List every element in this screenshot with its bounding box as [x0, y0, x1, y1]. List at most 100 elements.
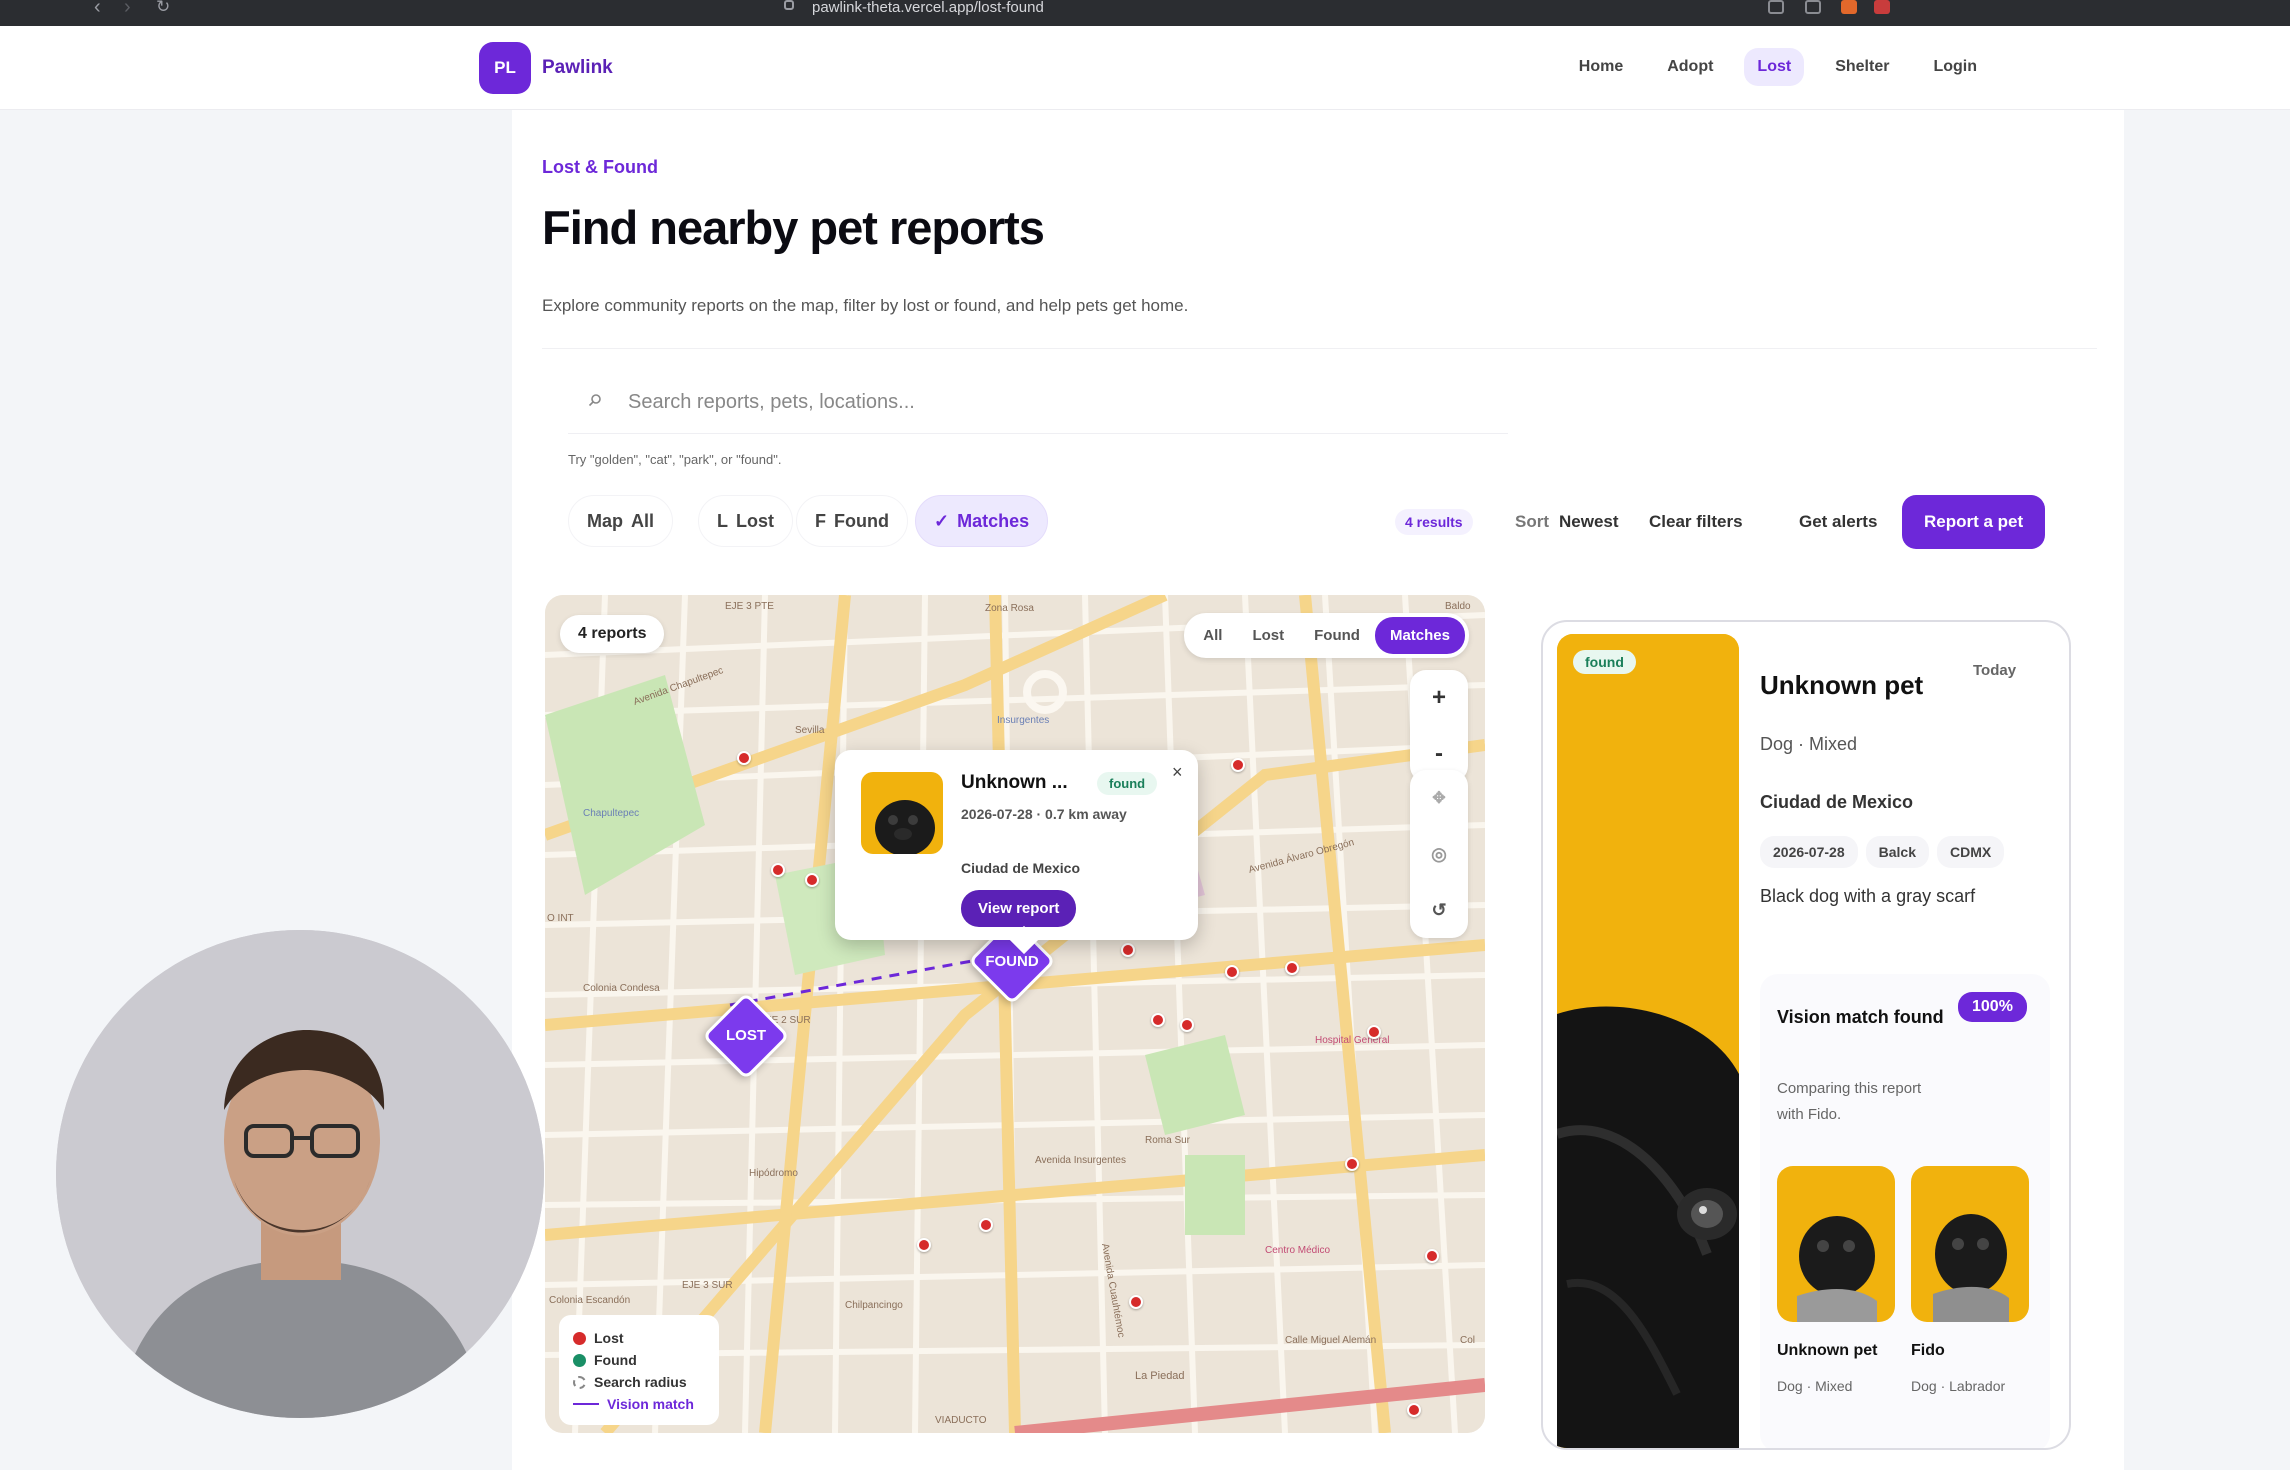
- lost-pin[interactable]: [1345, 1157, 1359, 1171]
- match-b-name: Fido: [1911, 1342, 1945, 1359]
- tag-color: Balck: [1865, 836, 1929, 868]
- found-dot-icon: [573, 1353, 586, 1367]
- lost-pin[interactable]: [737, 751, 751, 765]
- filter-found[interactable]: F Found: [796, 495, 908, 547]
- map-label: Chapultepec: [583, 808, 640, 819]
- vision-line-icon: [573, 1403, 599, 1405]
- presenter-image: [56, 930, 544, 1418]
- report-date: Today: [1973, 662, 2017, 679]
- lost-pin[interactable]: [771, 863, 785, 877]
- filter-found-label: Found: [834, 510, 889, 531]
- map-label: Colonia Condesa: [583, 983, 660, 994]
- view-report-button[interactable]: View report: [961, 890, 1077, 927]
- clear-filters-button[interactable]: Clear filters: [1629, 495, 1763, 549]
- address-bar[interactable]: pawlink-theta.vercel.app/lost-found: [770, 0, 1920, 16]
- reset-icon[interactable]: ↺: [1410, 882, 1468, 938]
- forward-icon[interactable]: ›: [124, 0, 131, 20]
- map-tab-lost[interactable]: Lost: [1237, 617, 1299, 654]
- nav-login[interactable]: Login: [1920, 48, 1990, 86]
- check-icon: ✓: [934, 510, 950, 531]
- back-icon[interactable]: ‹: [94, 0, 101, 20]
- lost-pin[interactable]: [1425, 1249, 1439, 1263]
- report-detail-card[interactable]: found Today Unknown pet Dog · Mixed Ciud…: [1541, 620, 2071, 1450]
- nav-home[interactable]: Home: [1566, 48, 1636, 86]
- locate-icon[interactable]: ◎: [1410, 826, 1468, 882]
- webcam-overlay: [56, 930, 544, 1418]
- extension-icon[interactable]: [1874, 0, 1890, 14]
- map-tab-found[interactable]: Found: [1299, 617, 1375, 654]
- lost-pin[interactable]: [1225, 965, 1239, 979]
- nav-lost[interactable]: Lost: [1744, 48, 1805, 86]
- filter-lost-label: Lost: [736, 510, 774, 531]
- page-title: Find nearby pet reports: [542, 201, 1045, 254]
- pug-closeup-image: [1557, 634, 1739, 1448]
- reload-icon[interactable]: ↻: [156, 0, 170, 20]
- site-header: PL Pawlink Home Adopt Lost Shelter Login: [0, 26, 2290, 110]
- brand-name[interactable]: Pawlink: [542, 57, 613, 79]
- pet-tags: 2026-07-28 Balck CDMX: [1760, 836, 2005, 868]
- lost-pin[interactable]: [1407, 1403, 1421, 1417]
- lost-pin[interactable]: [1121, 943, 1135, 957]
- map-tab-all[interactable]: All: [1188, 617, 1237, 654]
- map-legend: Lost Found Search radius Vision match: [559, 1315, 719, 1425]
- filter-all[interactable]: Map All: [568, 495, 674, 547]
- filter-matches-label: Matches: [957, 510, 1030, 531]
- map-label: O INT: [547, 913, 574, 924]
- search-hint: Try "golden", "cat", "park", or "found".: [568, 452, 782, 467]
- pet-photo: [1557, 634, 1739, 1448]
- filter-bar: Map All L Lost F Found ✓ Matches 4 resul…: [565, 489, 2092, 555]
- pet-species: Dog · Mixed: [1760, 734, 1858, 754]
- filter-found-key: F: [815, 510, 826, 531]
- lost-pin[interactable]: [1367, 1025, 1381, 1039]
- lost-pin[interactable]: [1180, 1018, 1194, 1032]
- map-label: Avenida Insurgentes: [1035, 1155, 1126, 1166]
- lost-pin[interactable]: [917, 1238, 931, 1252]
- map-label: Zona Rosa: [985, 603, 1034, 614]
- logo[interactable]: PL: [479, 42, 531, 94]
- share-icon[interactable]: [1805, 0, 1821, 14]
- legend-vision: Vision match: [573, 1393, 705, 1415]
- main-content: Lost & Found Find nearby pet reports Exp…: [512, 110, 2124, 1470]
- popup-title: Unknown ...: [961, 772, 1068, 793]
- map-filter-tabs: All Lost Found Matches: [1184, 613, 1469, 658]
- sort-button[interactable]: Sort Newest: [1495, 495, 1639, 549]
- legend-found-label: Found: [594, 1352, 637, 1368]
- lost-pin[interactable]: [1231, 758, 1245, 772]
- brave-shield-icon[interactable]: [1841, 0, 1857, 14]
- bookmark-icon[interactable]: [784, 0, 794, 10]
- zoom-icon[interactable]: [1768, 0, 1784, 14]
- match-image-b: [1911, 1166, 2029, 1322]
- filter-matches[interactable]: ✓ Matches: [915, 495, 1049, 547]
- legend-radius-label: Search radius: [594, 1374, 687, 1390]
- map-view[interactable]: EJE 3 PTE Zona Rosa Insurgentes Sevilla …: [545, 595, 1485, 1433]
- filter-all-key: Map: [587, 510, 623, 531]
- lost-dot-icon: [573, 1331, 586, 1345]
- filter-lost[interactable]: L Lost: [698, 495, 793, 547]
- get-alerts-button[interactable]: Get alerts: [1779, 495, 1898, 549]
- divider: [542, 348, 2097, 349]
- nav-adopt[interactable]: Adopt: [1654, 48, 1726, 86]
- main-nav: Home Adopt Lost Shelter Login: [1566, 48, 1990, 86]
- nav-shelter[interactable]: Shelter: [1822, 48, 1902, 86]
- lost-pin[interactable]: [805, 873, 819, 887]
- lost-pin[interactable]: [1129, 1295, 1143, 1309]
- pet-city: Ciudad de Mexico: [1760, 792, 1914, 812]
- lost-pin[interactable]: [1151, 1013, 1165, 1027]
- pug-image: [875, 800, 935, 854]
- lost-marker-label: LOST: [726, 1027, 766, 1044]
- search-input[interactable]: [628, 384, 1488, 420]
- report-pet-button[interactable]: Report a pet: [1902, 495, 2046, 549]
- page-subtitle: Explore community reports on the map, fi…: [542, 296, 1189, 315]
- lost-pin[interactable]: [1285, 961, 1299, 975]
- map-label: EJE 3 PTE: [725, 601, 774, 612]
- zoom-in-button[interactable]: +: [1410, 670, 1468, 726]
- map-tab-matches[interactable]: Matches: [1374, 617, 1465, 654]
- close-icon[interactable]: ×: [1172, 762, 1183, 783]
- legend-found: Found: [573, 1349, 705, 1371]
- search-icon: [588, 394, 601, 407]
- match-image-a: [1777, 1166, 1895, 1322]
- lost-pin[interactable]: [979, 1218, 993, 1232]
- compass-icon[interactable]: ✥: [1410, 770, 1468, 826]
- map-label: La Piedad: [1135, 1370, 1185, 1382]
- map-label: Sevilla: [795, 725, 825, 736]
